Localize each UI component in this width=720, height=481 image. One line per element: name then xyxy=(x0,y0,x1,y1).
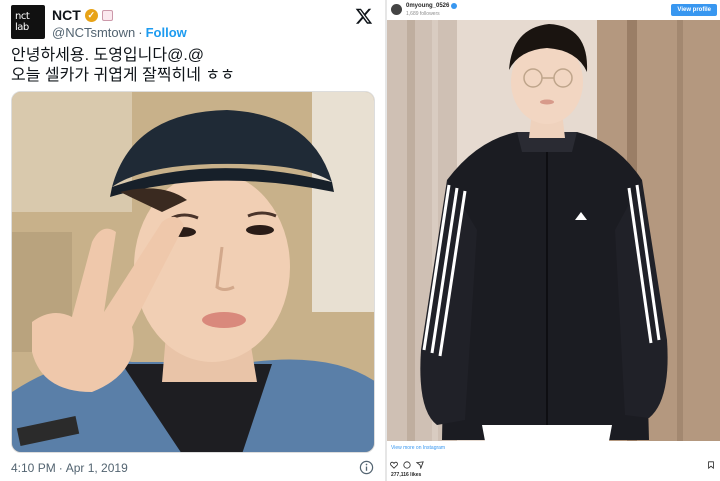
avatar-text-bottom: lab xyxy=(15,22,29,33)
handle-separator: · xyxy=(138,25,143,40)
tweet-header: nct lab NCT ✓ @NCTsmtown · Follow xyxy=(11,5,375,45)
comment-icon[interactable] xyxy=(403,461,411,469)
info-icon[interactable] xyxy=(359,460,374,475)
view-more-link[interactable]: View more on Instagram xyxy=(391,445,445,451)
avatar[interactable] xyxy=(391,4,402,15)
time-separator: · xyxy=(58,461,63,475)
follower-count: 1,689 followers xyxy=(406,11,440,17)
tweet-card: nct lab NCT ✓ @NCTsmtown · Follow 안녕하세용.… xyxy=(0,0,386,481)
instagram-username-row: 0myoung_0526 xyxy=(406,3,458,9)
author-name-row: NCT ✓ xyxy=(52,7,113,23)
x-logo-icon[interactable] xyxy=(355,7,373,25)
standing-portrait-image xyxy=(387,20,720,441)
tweet-time: 4:10 PM xyxy=(11,461,56,475)
tweet-timestamp[interactable]: 4:10 PM · Apr 1, 2019 xyxy=(11,461,128,475)
affiliate-badge-icon xyxy=(101,9,113,21)
view-profile-button[interactable]: View profile xyxy=(671,4,717,16)
author-name[interactable]: NCT xyxy=(52,7,81,23)
tweet-text: 안녕하세용. 도영입니다@.@ 오늘 셀카가 귀엽게 잘찍히네 ㅎㅎ xyxy=(11,46,375,86)
author-handle-row: @NCTsmtown · Follow xyxy=(52,25,187,40)
instagram-embed-card: 0myoung_0526 1,689 followers View profil… xyxy=(386,0,720,481)
heart-icon[interactable] xyxy=(390,461,398,469)
bookmark-icon[interactable] xyxy=(707,461,715,469)
share-icon[interactable] xyxy=(416,461,424,469)
instagram-photo[interactable] xyxy=(387,20,720,441)
avatar-text-top: nct xyxy=(15,11,30,22)
like-count: 277,116 likes xyxy=(391,472,422,478)
verified-badge-icon: ✓ xyxy=(84,8,98,22)
instagram-username[interactable]: 0myoung_0526 xyxy=(406,3,449,9)
tweet-photo[interactable] xyxy=(11,91,375,453)
tweet-text-line: 안녕하세용. 도영입니다@.@ xyxy=(11,47,205,64)
selfie-photo-image xyxy=(12,92,374,452)
author-handle[interactable]: @NCTsmtown xyxy=(52,25,135,40)
verified-badge-icon xyxy=(451,3,458,9)
avatar[interactable]: nct lab xyxy=(11,5,45,39)
follow-button[interactable]: Follow xyxy=(146,25,187,40)
instagram-action-bar xyxy=(390,461,424,469)
tweet-text-line: 오늘 셀카가 귀엽게 잘찍히네 ㅎㅎ xyxy=(11,67,235,84)
tweet-date: Apr 1, 2019 xyxy=(65,461,128,475)
